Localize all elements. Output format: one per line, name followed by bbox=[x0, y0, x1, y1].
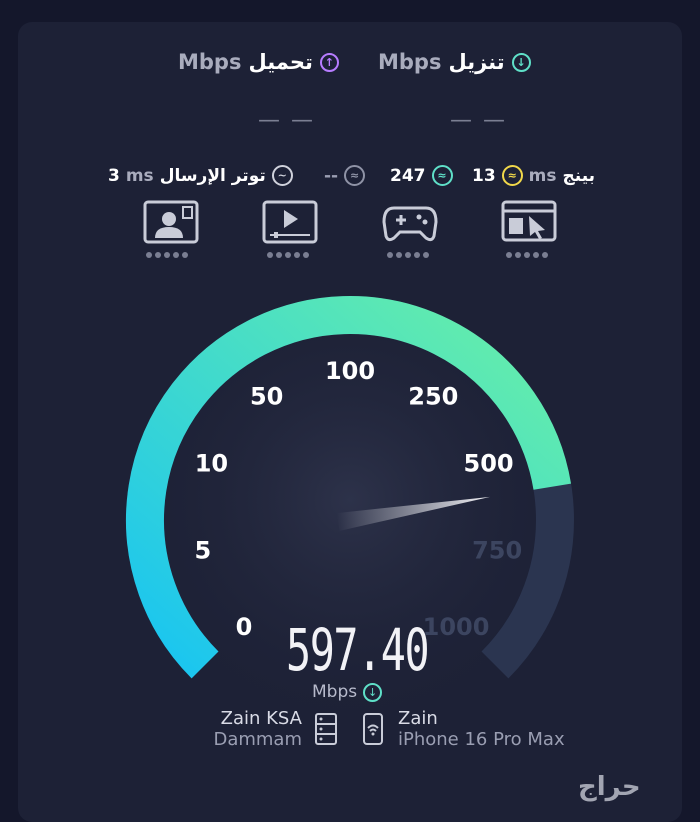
server-city: Dammam bbox=[213, 729, 302, 750]
gauge-tick-label: 50 bbox=[250, 382, 283, 410]
server-info: Zain KSA Dammam bbox=[204, 708, 302, 750]
haraj-watermark: حراج bbox=[578, 772, 641, 802]
download-arrow-icon: ↓ bbox=[363, 682, 383, 702]
client-device: iPhone 16 Pro Max bbox=[398, 729, 565, 750]
server-icon bbox=[315, 713, 337, 745]
gauge-tick-label: 750 bbox=[472, 536, 522, 564]
gauge-tick-label: 500 bbox=[464, 450, 514, 478]
current-speed-unit-row: Mbps ↓ bbox=[312, 682, 383, 702]
gauge-tick-label: 250 bbox=[408, 382, 458, 410]
server-provider: Zain KSA bbox=[220, 708, 302, 729]
gauge-tick-label: 10 bbox=[195, 450, 228, 478]
client-info: Zain iPhone 16 Pro Max bbox=[398, 708, 565, 750]
client-isp: Zain bbox=[398, 708, 438, 729]
gauge-tick-label: 1000 bbox=[423, 613, 490, 641]
gauge-tick-label: 0 bbox=[236, 613, 253, 641]
phone-icon bbox=[363, 713, 383, 745]
gauge-tick-label: 5 bbox=[195, 536, 212, 564]
current-speed-unit: Mbps bbox=[312, 682, 358, 702]
current-speed-value: 597.40 bbox=[286, 616, 430, 684]
gauge-tick-label: 100 bbox=[325, 357, 375, 385]
